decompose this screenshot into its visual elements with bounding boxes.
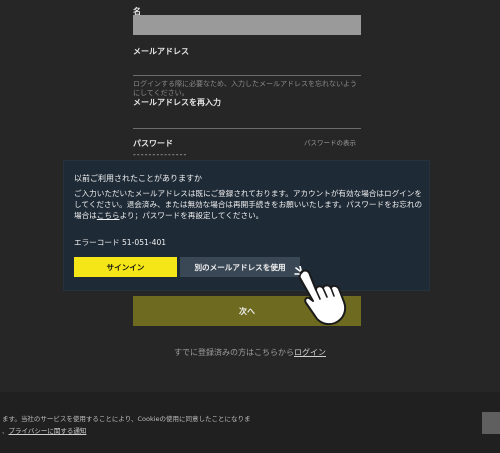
error-code: エラーコード 51-051-401 bbox=[74, 238, 167, 247]
reenter-email-field[interactable] bbox=[133, 128, 361, 129]
password-label: パスワード bbox=[133, 139, 173, 148]
email-hint: ログインする際に必要なため、入力したメールアドレスを忘れないようにしてください。 bbox=[133, 80, 357, 97]
cookie-accept-button[interactable] bbox=[482, 412, 500, 434]
cookie-notice-line-2: 、プライバシーに関する通知 bbox=[2, 425, 251, 437]
dialog-message-part-2: より；パスワードを再設定してください。 bbox=[119, 211, 264, 220]
privacy-notice-link[interactable]: プライバシーに関する通知 bbox=[9, 427, 87, 435]
existing-account-dialog: 以前ご利用されたことがありますか ご入力いただいたメールアドレスは既にご登録され… bbox=[63, 160, 430, 291]
use-other-email-button[interactable]: 別のメールアドレスを使用 bbox=[180, 257, 300, 277]
pointing-hand-icon bbox=[294, 266, 347, 326]
cookie-footer: ます。当社のサービスを使用することにより、Cookieの使用に同意したことになり… bbox=[0, 392, 500, 453]
reenter-email-label: メールアドレスを再入力 bbox=[133, 98, 221, 107]
dialog-title: 以前ご利用されたことがありますか bbox=[74, 174, 202, 183]
password-toggle-link[interactable]: パスワードの表示 bbox=[304, 137, 356, 147]
cookie-notice: ます。当社のサービスを使用することにより、Cookieの使用に同意したことになり… bbox=[2, 413, 251, 437]
login-link[interactable]: ログイン bbox=[294, 348, 326, 357]
password-field[interactable]: -------------- bbox=[133, 150, 187, 159]
cookie-notice-line-1: ます。当社のサービスを使用することにより、Cookieの使用に同意したことになり… bbox=[2, 415, 251, 423]
signin-button[interactable]: サインイン bbox=[74, 257, 177, 277]
email-field[interactable] bbox=[133, 75, 361, 76]
login-prompt-text: すでに登録済みの方はこちらから bbox=[173, 348, 295, 357]
email-label: メールアドレス bbox=[133, 47, 189, 56]
name-field[interactable] bbox=[133, 15, 361, 35]
dialog-message: ご入力いただいたメールアドレスは既にご登録されております。アカウントが有効な場合… bbox=[74, 188, 424, 221]
login-prompt: すでに登録済みの方はこちらからログイン bbox=[0, 347, 500, 358]
password-reset-link[interactable]: こちら bbox=[97, 211, 120, 220]
